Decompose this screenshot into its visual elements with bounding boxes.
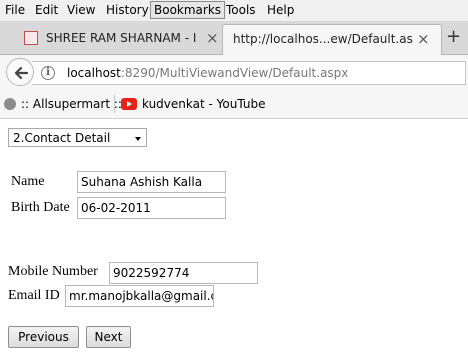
navigation-bar: i localhost:8290/MultiViewandView/Defaul…: [0, 55, 468, 91]
tab-strip: SHREE RAM SHARNAM - I... × http://localh…: [0, 21, 468, 55]
tab-close-icon[interactable]: ×: [206, 29, 219, 47]
menu-bar: File Edit View History Bookmarks Tools H…: [0, 0, 468, 21]
birth-date-field[interactable]: 06-02-2011: [77, 197, 226, 219]
previous-button[interactable]: Previous: [8, 326, 79, 348]
menu-file[interactable]: File: [5, 3, 25, 17]
bookmark-label: kudvenkat - YouTube: [142, 97, 266, 111]
site-favicon-icon: [24, 31, 38, 45]
tab-shree-ram[interactable]: SHREE RAM SHARNAM - I... ×: [16, 24, 220, 54]
name-value: Suhana Ashish Kalla: [81, 175, 203, 189]
bookmarks-toolbar: :: Allsupermart :: kudvenkat - YouTube: [0, 91, 468, 119]
info-icon[interactable]: i: [41, 66, 55, 80]
tab-title: http://localhos...ew/Default.aspx: [233, 32, 413, 46]
url-text: localhost:8290/MultiViewandView/Default.…: [67, 66, 348, 80]
email-id-field[interactable]: mr.manojbkalla@gmail.c: [65, 285, 214, 307]
birth-date-label: Birth Date: [11, 200, 70, 215]
menu-view[interactable]: View: [67, 3, 95, 17]
birth-date-value: 06-02-2011: [81, 201, 151, 215]
mobile-number-label: Mobile Number: [8, 264, 98, 279]
url-path: :8290/MultiViewandView/Default.aspx: [120, 66, 349, 80]
url-host: localhost: [67, 66, 121, 80]
back-arrow-icon: [14, 66, 29, 80]
mobile-number-field[interactable]: 9022592774: [109, 262, 258, 284]
menu-help[interactable]: Help: [267, 3, 294, 17]
tab-default-aspx[interactable]: http://localhos...ew/Default.aspx ×: [222, 24, 442, 55]
page-content: 2.Contact Detail Name Suhana Ashish Kall…: [0, 119, 468, 363]
youtube-icon: [121, 98, 137, 110]
name-label: Name: [11, 174, 45, 189]
new-tab-plus-icon[interactable]: +: [446, 26, 461, 47]
tab-title: SHREE RAM SHARNAM - I...: [46, 31, 196, 45]
bookmark-label: :: Allsupermart ::: [21, 97, 122, 111]
bookmark-separator: [114, 95, 115, 113]
url-bar[interactable]: i localhost:8290/MultiViewandView/Defaul…: [32, 61, 466, 85]
mobile-number-value: 9022592774: [113, 266, 190, 280]
bookmark-kudvenkat[interactable]: kudvenkat - YouTube: [121, 97, 265, 111]
email-id-value: mr.manojbkalla@gmail.c: [69, 289, 213, 303]
menu-tools[interactable]: Tools: [226, 3, 256, 17]
globe-icon: [4, 98, 16, 110]
menu-history[interactable]: History: [106, 3, 149, 17]
email-id-label: Email ID: [8, 288, 60, 303]
menu-bookmarks[interactable]: Bookmarks: [150, 1, 226, 19]
next-button[interactable]: Next: [86, 326, 131, 348]
back-button[interactable]: [6, 58, 34, 86]
bookmark-allsupermart[interactable]: :: Allsupermart ::: [4, 97, 122, 111]
step-select[interactable]: 2.Contact Detail: [8, 128, 147, 147]
step-select-value: 2.Contact Detail: [13, 131, 111, 145]
chevron-down-icon: [135, 137, 141, 141]
name-field[interactable]: Suhana Ashish Kalla: [77, 171, 226, 193]
menu-edit[interactable]: Edit: [35, 3, 58, 17]
tab-close-icon[interactable]: ×: [417, 30, 430, 48]
